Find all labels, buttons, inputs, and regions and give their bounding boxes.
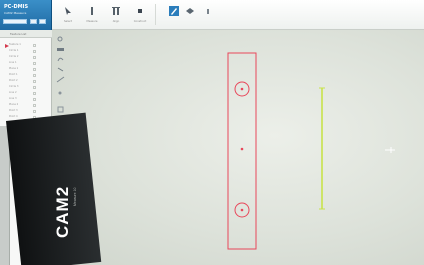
app-title: PC-DMIS: [4, 4, 29, 10]
scan-tool-button[interactable]: [180, 3, 200, 27]
feature-tree-title: Feature List: [10, 32, 27, 36]
settings-icon[interactable]: [56, 90, 65, 97]
feature-tree-item-label: Point 1: [9, 73, 18, 76]
header-button-2[interactable]: [39, 19, 46, 24]
cam2-logo-subtitle: Measure 10: [73, 187, 77, 206]
select-tool-button[interactable]: Select: [58, 3, 78, 27]
feature-tree-item[interactable]: Line 2: [4, 91, 44, 95]
probe-measurement-line[interactable]: [319, 87, 325, 210]
feature-visibility-checkbox[interactable]: [33, 62, 36, 65]
pen-icon: [169, 6, 179, 16]
hole-feature-top[interactable]: [234, 81, 250, 97]
fit-icon[interactable]: [56, 66, 65, 73]
more-tool-button[interactable]: [198, 3, 218, 27]
feature-tree-item-label: Feature 1: [9, 43, 21, 46]
feature-tree-item[interactable]: Point 2: [4, 79, 44, 83]
view-axis-icon[interactable]: [385, 146, 395, 154]
measure-tool-label: Measure: [86, 20, 98, 23]
feature-visibility-checkbox[interactable]: [33, 74, 36, 77]
feature-visibility-checkbox[interactable]: [33, 92, 36, 95]
feature-tree-item-label: Plane 2: [9, 103, 19, 106]
feature-visibility-checkbox[interactable]: [33, 80, 36, 83]
feature-tree-item[interactable]: Point 3: [4, 109, 44, 113]
feature-tree-item[interactable]: Line 3: [4, 97, 44, 101]
feature-visibility-checkbox[interactable]: [33, 104, 36, 107]
app-header: PC-DMIS CAM2 Measure: [0, 0, 52, 30]
feature-tree-item-label: Line 3: [9, 97, 17, 100]
pan-icon[interactable]: [56, 46, 65, 53]
center-point[interactable]: [240, 147, 244, 151]
feature-tree-item-label: Line 1: [9, 61, 17, 64]
feature-visibility-checkbox[interactable]: [33, 68, 36, 71]
align-tool-label: Align: [112, 20, 120, 23]
feature-tree-item-label: Circle 3: [9, 85, 19, 88]
measure-distance-icon[interactable]: [56, 76, 65, 83]
rotate-icon[interactable]: [56, 56, 65, 63]
feature-tree-item[interactable]: Circle 2: [4, 55, 44, 59]
feature-visibility-checkbox[interactable]: [33, 44, 36, 47]
feature-tree-item[interactable]: Circle 1: [4, 49, 44, 53]
project-dropdown[interactable]: [3, 19, 27, 24]
app-subtitle: CAM2 Measure: [4, 11, 27, 15]
align-icon: [112, 7, 120, 15]
construct-tool-button[interactable]: Construct: [130, 3, 150, 27]
feature-tree-item-label: Point 3: [9, 109, 18, 112]
feature-tree-item-label: Plane 1: [9, 67, 19, 70]
feature-tree-item[interactable]: Point 1: [4, 73, 44, 77]
measure-icon: [91, 7, 93, 15]
ribbon-separator: [155, 4, 156, 25]
align-tool-button[interactable]: Align: [106, 3, 126, 27]
feature-tree-item-label: Circle 1: [9, 49, 19, 52]
feature-tree-item[interactable]: Feature 1: [4, 43, 44, 47]
select-arrow-icon: [65, 7, 71, 15]
feature-tree-item-label: Circle 2: [9, 55, 19, 58]
zoom-icon[interactable]: [56, 36, 65, 43]
view-tool-strip: [55, 30, 67, 120]
feature-tree-item-label: Point 4: [9, 115, 18, 118]
construct-icon: [138, 9, 142, 13]
layers-icon[interactable]: [56, 106, 65, 113]
construct-tool-label: Construct: [133, 20, 147, 23]
feature-visibility-checkbox[interactable]: [33, 110, 36, 113]
feature-visibility-checkbox[interactable]: [33, 98, 36, 101]
3d-viewport[interactable]: [52, 30, 424, 265]
feature-tree-item[interactable]: Circle 3: [4, 85, 44, 89]
feature-tree-item-label: Line 2: [9, 91, 17, 94]
feature-tree-item[interactable]: Plane 1: [4, 67, 44, 71]
measure-tool-button[interactable]: Measure: [82, 3, 102, 27]
feature-visibility-checkbox[interactable]: [33, 56, 36, 59]
feature-tree-header: Feature List: [0, 30, 52, 38]
scan-icon: [186, 8, 194, 14]
cad-drawing: [227, 52, 325, 250]
ribbon-toolbar: Select Measure Align Construct: [52, 0, 424, 30]
header-button-1[interactable]: [30, 19, 37, 24]
feature-tree-item[interactable]: Plane 2: [4, 103, 44, 107]
more-icon: [207, 9, 209, 14]
select-tool-label: Select: [63, 20, 72, 23]
hole-feature-bottom[interactable]: [234, 202, 250, 218]
feature-tree-item-label: Point 2: [9, 79, 18, 82]
feature-visibility-checkbox[interactable]: [33, 86, 36, 89]
feature-visibility-checkbox[interactable]: [33, 50, 36, 53]
cam2-logo: CAM2: [53, 185, 72, 238]
feature-tree-item[interactable]: Line 1: [4, 61, 44, 65]
